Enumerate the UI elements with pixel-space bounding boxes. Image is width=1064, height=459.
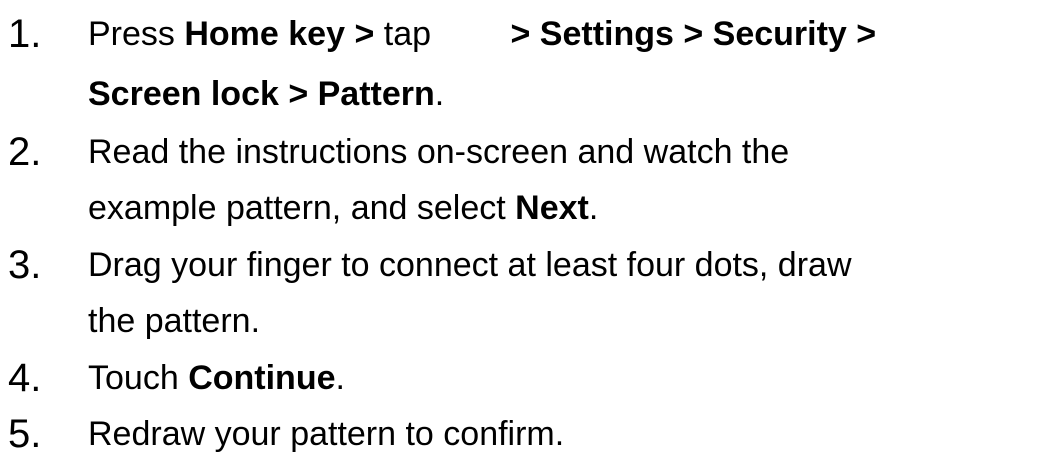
step-text: Read the instructions on-screen and watc… — [88, 133, 790, 171]
step-text: tap — [374, 15, 441, 53]
step-text-line: example pattern, and select Next. — [88, 188, 598, 228]
step-text: . — [434, 75, 445, 113]
step-text: example pattern, and select — [88, 189, 516, 227]
step-number: 2. — [8, 130, 42, 174]
step-text-line: Press Home key > tap > Settings > Securi… — [88, 14, 876, 54]
step-text: Redraw your pattern to confirm. — [88, 415, 565, 453]
step-text: . — [335, 359, 345, 397]
instruction-list: 1. Press Home key > tap > Settings > Sec… — [0, 0, 1064, 459]
step-number: 5. — [8, 412, 42, 456]
step-number: 3. — [8, 243, 42, 287]
step-text: Press — [88, 15, 185, 53]
step-number: 1. — [8, 12, 42, 56]
step-text: Drag your finger to connect at least fou… — [88, 246, 852, 284]
settings-path-label: > Settings > Security > — [510, 15, 877, 53]
step-text-line: Screen lock > Pattern. — [88, 74, 444, 114]
home-key-label: Home key > — [184, 15, 375, 53]
step-text-line: Redraw your pattern to confirm. — [88, 414, 564, 454]
step-text-line: Read the instructions on-screen and watc… — [88, 132, 789, 172]
screen-lock-path-label: Screen lock > Pattern — [88, 75, 435, 113]
step-text: Touch — [88, 359, 189, 397]
next-label: Next — [515, 189, 589, 227]
step-text-line: Drag your finger to connect at least fou… — [88, 245, 852, 285]
step-text: . — [588, 189, 599, 227]
continue-label: Continue — [188, 359, 336, 397]
step-number: 4. — [8, 356, 42, 400]
apps-icon — [440, 21, 510, 51]
step-text-line: Touch Continue. — [88, 358, 345, 398]
step-text-line: the pattern. — [88, 301, 260, 341]
step-text: the pattern. — [88, 302, 261, 340]
